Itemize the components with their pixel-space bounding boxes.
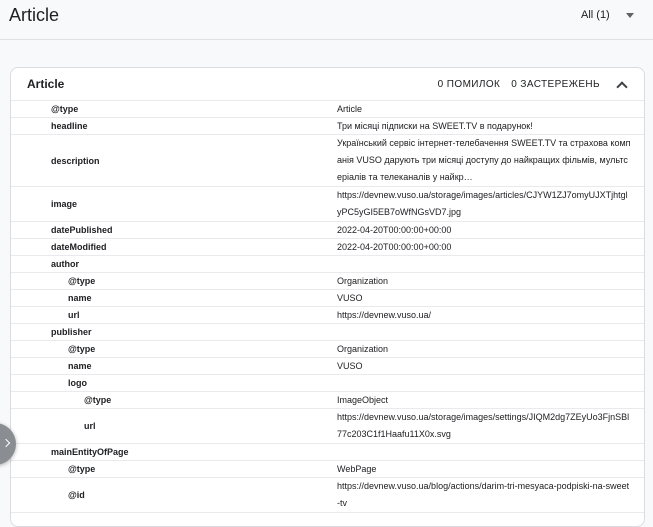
- property-row: publisher: [11, 324, 644, 341]
- result-card: Article 0 ПОМИЛОК 0 ЗАСТЕРЕЖЕНЬ @type Art…: [10, 67, 645, 527]
- property-row: logo: [11, 375, 644, 392]
- property-row: @type WebPage: [11, 461, 644, 478]
- property-key: dateModified: [51, 242, 107, 252]
- property-key: name: [68, 293, 92, 303]
- property-row: description Український сервіс інтернет-т…: [11, 135, 644, 187]
- property-value: https://devnew.vuso.ua/: [337, 309, 432, 320]
- property-value: [337, 375, 644, 391]
- property-key: @id: [68, 490, 85, 500]
- property-row: @type Article: [11, 101, 644, 118]
- property-row: @type Organization: [11, 273, 644, 290]
- property-row: url https://devnew.vuso.ua/storage/images…: [11, 409, 644, 444]
- card-header[interactable]: Article 0 ПОМИЛОК 0 ЗАСТЕРЕЖЕНЬ: [11, 68, 644, 101]
- property-row: headline Три місяці підписки на SWEET.TV …: [11, 118, 644, 135]
- property-value: ImageObject: [337, 394, 389, 405]
- property-value: [337, 324, 644, 340]
- property-row: datePublished 2022-04-20T00:00:00+00:00: [11, 222, 644, 239]
- property-value: [337, 444, 644, 460]
- property-value: Article: [337, 103, 363, 114]
- property-key: url: [68, 310, 80, 320]
- property-row: url https://devnew.vuso.ua/: [11, 307, 644, 324]
- property-value: Три місяці підписки на SWEET.TV в подару…: [337, 120, 533, 131]
- property-row: name VUSO: [11, 358, 644, 375]
- warnings-count: 0 ЗАСТЕРЕЖЕНЬ: [511, 78, 600, 90]
- property-value: VUSO: [337, 360, 363, 371]
- chevron-right-icon: [1, 438, 11, 448]
- filter-label: All (1): [581, 9, 610, 21]
- property-value: WebPage: [337, 463, 377, 474]
- property-value: 2022-04-20T00:00:00+00:00: [337, 241, 452, 252]
- property-key: image: [51, 199, 78, 209]
- property-key: name: [68, 361, 92, 371]
- page-title: Article: [9, 5, 60, 25]
- property-key: @type: [84, 395, 112, 405]
- caret-down-icon: [625, 12, 634, 18]
- property-key: @type: [51, 104, 79, 114]
- property-value: VUSO: [337, 292, 363, 303]
- property-value: [337, 256, 644, 272]
- property-value: https://devnew.vuso.ua/storage/images/se…: [337, 412, 630, 439]
- property-value: https://devnew.vuso.ua/blog/actions/dari…: [337, 481, 630, 508]
- property-row: dateModified 2022-04-20T00:00:00+00:00: [11, 239, 644, 256]
- property-value: Український сервіс інтернет-телебачення …: [337, 138, 631, 182]
- property-key: description: [51, 155, 100, 166]
- property-key: publisher: [51, 327, 92, 337]
- property-row: name VUSO: [11, 290, 644, 307]
- property-row: image https://devnew.vuso.ua/storage/imag…: [11, 187, 644, 222]
- filter-dropdown[interactable]: All (1): [570, 4, 642, 26]
- property-value: Organization: [337, 275, 389, 286]
- property-key: datePublished: [51, 225, 113, 235]
- property-value: 2022-04-20T00:00:00+00:00: [337, 224, 452, 235]
- property-key: @type: [68, 344, 96, 354]
- property-value: https://devnew.vuso.ua/storage/images/ar…: [337, 190, 628, 217]
- property-key: @type: [68, 276, 96, 286]
- property-row: @id https://devnew.vuso.ua/blog/actions/d…: [11, 478, 644, 513]
- property-row: @type Organization: [11, 341, 644, 358]
- property-key: logo: [68, 378, 87, 388]
- property-key: headline: [51, 121, 88, 131]
- property-key: author: [51, 259, 79, 269]
- property-value: Organization: [337, 343, 389, 354]
- property-row: @type ImageObject: [11, 392, 644, 409]
- property-key: url: [84, 421, 96, 431]
- errors-count: 0 ПОМИЛОК: [437, 78, 501, 90]
- property-row: mainEntityOfPage: [11, 444, 644, 461]
- top-bar: Article All (1): [0, 0, 653, 40]
- property-table: @type Article headline Три місяці підписки …: [11, 101, 644, 513]
- chevron-up-icon[interactable]: [616, 80, 628, 93]
- property-row: author: [11, 256, 644, 273]
- property-key: @type: [68, 464, 96, 474]
- card-title: Article: [27, 77, 65, 91]
- property-key: mainEntityOfPage: [51, 447, 129, 457]
